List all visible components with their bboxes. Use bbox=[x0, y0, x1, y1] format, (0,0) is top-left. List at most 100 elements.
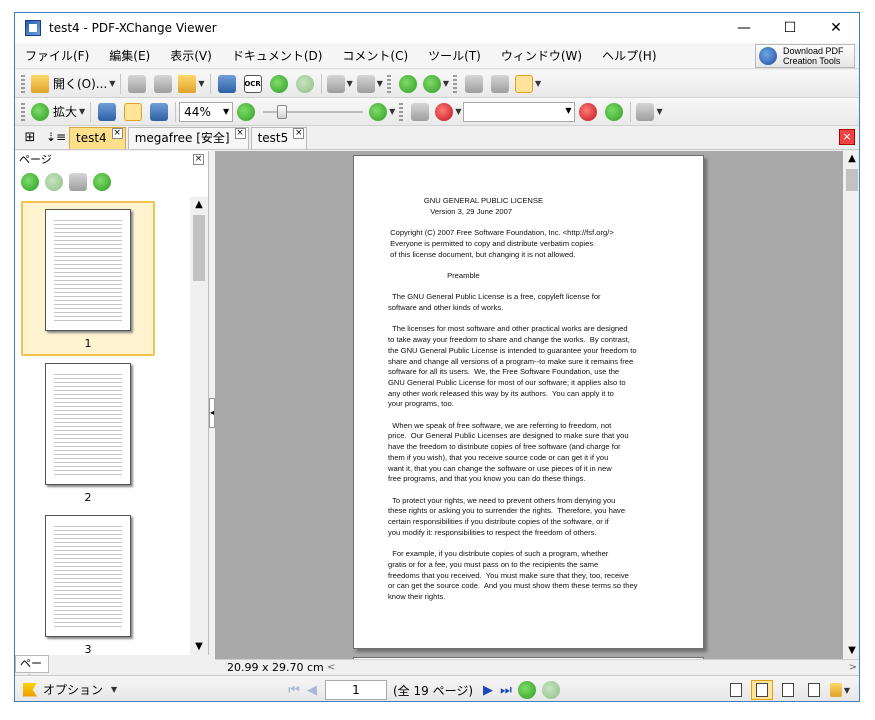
rotate-left-button[interactable] bbox=[397, 73, 419, 95]
close-button[interactable]: ✕ bbox=[813, 13, 859, 43]
pages-panel-tab[interactable]: ページ bbox=[15, 655, 49, 686]
scan-button[interactable] bbox=[216, 73, 238, 95]
snapshot-button[interactable] bbox=[489, 73, 511, 95]
toolbar-grip[interactable] bbox=[21, 102, 25, 121]
previous-page-button[interactable]: ◀ bbox=[303, 681, 321, 699]
chevron-down-icon: ▼ bbox=[565, 105, 572, 115]
scroll-left-icon[interactable]: < bbox=[327, 660, 335, 676]
history-back-icon[interactable] bbox=[518, 681, 537, 699]
facing-continuous-button[interactable] bbox=[803, 680, 825, 700]
back-button[interactable] bbox=[268, 73, 290, 95]
scroll-right-icon[interactable]: > bbox=[849, 660, 857, 676]
redo-button[interactable]: ▼ bbox=[356, 73, 383, 95]
scroll-down-icon[interactable]: ▼ bbox=[843, 643, 859, 659]
tab-sort-button[interactable]: ⇣≡ bbox=[45, 126, 67, 148]
tab-megafree[interactable]: megafree [安全] × bbox=[127, 127, 249, 149]
tab-grid-button[interactable]: ⊞ bbox=[19, 126, 41, 148]
zoom-slider[interactable] bbox=[263, 102, 364, 122]
tab-test4[interactable]: test4 × bbox=[69, 127, 126, 149]
print-icon bbox=[154, 74, 173, 93]
thumb-zoom-in-icon[interactable] bbox=[21, 173, 39, 191]
horizontal-scrollbar[interactable]: 20.99 x 29.70 cm < > bbox=[215, 659, 859, 676]
menu-edit[interactable]: 編集(E) bbox=[99, 43, 160, 69]
next-page-button[interactable]: ▶ bbox=[479, 681, 497, 699]
menu-document[interactable]: ドキュメント(D) bbox=[222, 43, 333, 69]
menu-help[interactable]: ヘルプ(H) bbox=[592, 43, 666, 69]
menu-view[interactable]: 表示(V) bbox=[160, 43, 222, 69]
zoom-in-tool-button[interactable]: 拡大 ▼ bbox=[31, 101, 85, 123]
open-button[interactable]: 開く(O)... ▼ bbox=[31, 73, 115, 95]
close-document-button[interactable]: × bbox=[839, 129, 855, 145]
zoom-slider-handle[interactable] bbox=[277, 104, 288, 119]
hand-tool-button[interactable] bbox=[463, 73, 485, 95]
thumb-extract-icon[interactable] bbox=[93, 173, 111, 191]
package-icon bbox=[178, 74, 197, 93]
document-scrollbar[interactable]: ▲ ▼ bbox=[843, 151, 859, 659]
scrollbar-thumb[interactable] bbox=[846, 169, 858, 191]
actual-size-button[interactable] bbox=[96, 101, 118, 123]
thumbnail-list[interactable]: 1 2 3 bbox=[15, 197, 191, 655]
fit-page-button[interactable] bbox=[122, 101, 144, 123]
tab-test5[interactable]: test5 × bbox=[250, 127, 308, 149]
page-thumbnail[interactable]: 2 bbox=[21, 357, 155, 508]
find-previous-button[interactable] bbox=[577, 101, 599, 123]
menu-comment[interactable]: コメント(C) bbox=[332, 43, 418, 69]
page-number-input[interactable]: 1 bbox=[325, 680, 387, 700]
search-input[interactable]: ▼ bbox=[463, 101, 576, 122]
toolbar-grip[interactable] bbox=[21, 74, 25, 93]
forward-button[interactable] bbox=[294, 73, 316, 95]
actual-size-icon bbox=[98, 102, 117, 121]
continuous-button[interactable] bbox=[751, 680, 773, 700]
toolbar-grip[interactable] bbox=[386, 74, 391, 93]
highlight-button[interactable]: ▼ bbox=[636, 101, 663, 123]
scroll-down-icon[interactable]: ▼ bbox=[190, 639, 208, 655]
scroll-up-icon[interactable]: ▲ bbox=[843, 151, 859, 167]
fit-width-button[interactable] bbox=[148, 101, 170, 123]
page-thumbnail[interactable]: 3 bbox=[21, 509, 155, 655]
page-thumbnail[interactable]: 1 bbox=[21, 201, 155, 356]
panel-close-icon[interactable]: × bbox=[193, 154, 204, 165]
facing-button[interactable] bbox=[777, 680, 799, 700]
undo-button[interactable]: ▼ bbox=[326, 73, 353, 95]
options-button[interactable]: オプション ▼ bbox=[23, 681, 117, 698]
select-tool-button[interactable]: ▼ bbox=[515, 73, 541, 95]
menu-file[interactable]: ファイル(F) bbox=[15, 43, 99, 69]
menu-bar: ファイル(F) 編集(E) 表示(V) ドキュメント(D) コメント(C) ツー… bbox=[15, 43, 859, 69]
status-bar: オプション ▼ ⏮ ◀ 1 (全 19 ページ) ▶ ⏭ ▼ bbox=[15, 675, 859, 701]
zoom-in-button[interactable]: ▼ bbox=[369, 101, 395, 123]
history-forward-icon[interactable] bbox=[542, 681, 561, 699]
layout-options-button[interactable]: ▼ bbox=[829, 680, 851, 700]
tab-close-icon[interactable]: × bbox=[111, 128, 123, 139]
thumb-print-icon[interactable] bbox=[69, 173, 87, 191]
minimize-button[interactable]: — bbox=[721, 13, 767, 43]
menu-tools[interactable]: ツール(T) bbox=[418, 43, 491, 69]
document-view[interactable]: GNU GENERAL PUBLIC LICENSE Version 3, 29… bbox=[215, 151, 843, 659]
scroll-up-icon[interactable]: ▲ bbox=[190, 197, 208, 213]
ask-search-button[interactable]: ▼ bbox=[435, 101, 461, 123]
print-button[interactable] bbox=[152, 73, 174, 95]
menu-window[interactable]: ウィンドウ(W) bbox=[491, 43, 592, 69]
find-next-button[interactable] bbox=[603, 101, 625, 123]
first-page-button[interactable]: ⏮ bbox=[285, 681, 303, 699]
scrollbar-thumb[interactable] bbox=[193, 215, 205, 281]
last-page-button[interactable]: ⏭ bbox=[497, 681, 515, 699]
download-pdf-tools-button[interactable]: Download PDF Creation Tools bbox=[755, 44, 855, 68]
chevron-down-icon: ▼ bbox=[376, 79, 383, 88]
zoom-level-select[interactable]: 44% ▼ bbox=[179, 101, 234, 122]
tab-close-icon[interactable]: × bbox=[234, 128, 246, 139]
zoom-out-button[interactable] bbox=[235, 101, 257, 123]
single-page-button[interactable] bbox=[725, 680, 747, 700]
find-button[interactable] bbox=[409, 101, 431, 123]
binoculars-icon bbox=[411, 102, 430, 121]
page-size-readout: 20.99 x 29.70 cm bbox=[227, 661, 324, 674]
toolbar-grip[interactable] bbox=[453, 74, 458, 93]
maximize-button[interactable]: ☐ bbox=[767, 13, 813, 43]
save-button[interactable] bbox=[126, 73, 148, 95]
tab-close-icon[interactable]: × bbox=[293, 128, 305, 139]
email-button[interactable]: ▼ bbox=[178, 73, 205, 95]
thumb-zoom-out-icon[interactable] bbox=[45, 173, 63, 191]
thumbnail-scrollbar[interactable]: ▲ ▼ bbox=[190, 197, 208, 655]
ocr-button[interactable]: OCR bbox=[242, 73, 264, 95]
rotate-right-button[interactable]: ▼ bbox=[422, 73, 449, 95]
toolbar-grip[interactable] bbox=[399, 102, 404, 121]
